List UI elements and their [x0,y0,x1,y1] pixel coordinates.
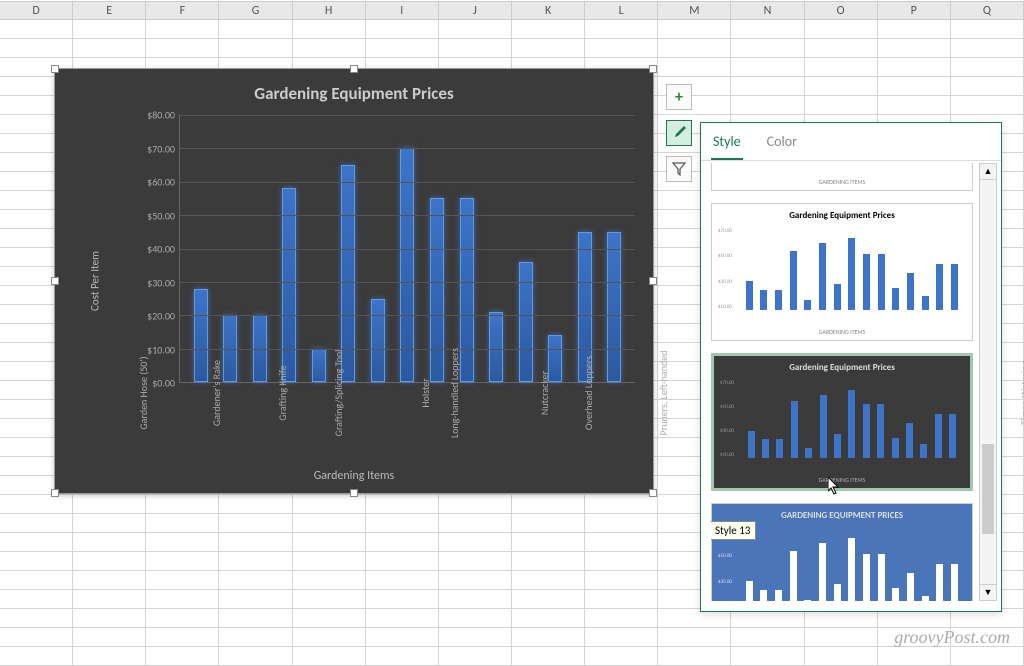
thumb-yticks: $70.00$50.00$30.00$10.00 [718,228,740,310]
chart-filter-button[interactable] [666,156,692,182]
column-header[interactable]: J [438,1,512,20]
tab-color[interactable]: Color [765,129,799,160]
panel-scrollbar[interactable]: ▲ ▼ [979,163,997,601]
column-headers: DEFGHIJKLMNOPQ [0,2,1024,20]
thumb-bars [742,528,962,601]
brush-icon [671,125,687,141]
thumb-yticks: $70.00$50.00$30.00$10.00 [720,380,742,458]
column-header[interactable]: K [511,1,585,20]
style-thumbnail[interactable]: Gardening Equipment Prices $70.00$50.00$… [711,203,973,341]
bar[interactable] [400,148,414,382]
chart-object[interactable]: Gardening Equipment Prices Cost Per Item… [54,68,654,494]
resize-handle[interactable] [350,65,358,73]
chart-styles-button[interactable] [666,120,692,146]
column-header[interactable]: P [877,1,951,20]
y-axis-ticks: $0.00$10.00$20.00$30.00$40.00$50.00$60.0… [133,115,179,383]
chart-title[interactable]: Gardening Equipment Prices [55,69,653,112]
bar[interactable] [282,188,296,382]
x-axis-ticks: Garden Hose (50')Gardener's RakeGrafting… [137,387,649,457]
column-header[interactable]: E [72,1,146,20]
scroll-thumb[interactable] [982,444,994,534]
style-tooltip: Style 13 [711,521,756,540]
resize-handle[interactable] [649,277,657,285]
bar[interactable] [430,198,444,382]
style-thumbnail[interactable]: GARDENING ITEMS [711,163,973,191]
chart-plot[interactable] [179,115,635,383]
chart-style-panel: Style Color GARDENING ITEMS Gardening Eq… [700,122,1002,612]
plot-area[interactable]: $0.00$10.00$20.00$30.00$40.00$50.00$60.0… [103,115,635,383]
x-axis-label[interactable]: Gardening Items [55,469,653,483]
chart-side-buttons: + [666,84,694,192]
style-thumbnail[interactable]: GARDENING EQUIPMENT PRICES $70.00$50.00$… [711,503,973,601]
resize-handle[interactable] [350,489,358,497]
watermark: groovyPost.com [894,627,1010,648]
column-header[interactable]: F [145,1,219,20]
scroll-down-button[interactable]: ▼ [980,584,996,600]
y-axis-label[interactable]: Cost Per Item [88,251,101,311]
style-thumbnail-selected[interactable]: Gardening Equipment Prices $70.00$50.00$… [711,353,973,491]
thumb-bars [744,380,960,458]
plus-icon: + [675,88,683,107]
column-header[interactable]: G [218,1,292,20]
column-header[interactable]: L [584,1,658,20]
resize-handle[interactable] [649,65,657,73]
funnel-icon [672,162,686,176]
resize-handle[interactable] [51,489,59,497]
tab-style[interactable]: Style [711,129,743,160]
resize-handle[interactable] [51,277,59,285]
scroll-up-button[interactable]: ▲ [980,164,996,180]
column-header[interactable]: N [730,1,804,20]
panel-tabs: Style Color [701,123,1001,161]
thumb-bars [742,228,962,310]
bar[interactable] [519,262,533,382]
column-header[interactable]: D [0,1,73,20]
column-header[interactable]: O [804,1,878,20]
style-thumbnails: GARDENING ITEMS Gardening Equipment Pric… [711,163,973,601]
resize-handle[interactable] [649,489,657,497]
resize-handle[interactable] [51,65,59,73]
column-header[interactable]: Q [950,1,1024,20]
column-header[interactable]: I [365,1,439,20]
chart-elements-button[interactable]: + [666,84,692,110]
column-header[interactable]: H [292,1,366,20]
column-header[interactable]: M [657,1,731,20]
mouse-cursor-icon [828,477,842,497]
